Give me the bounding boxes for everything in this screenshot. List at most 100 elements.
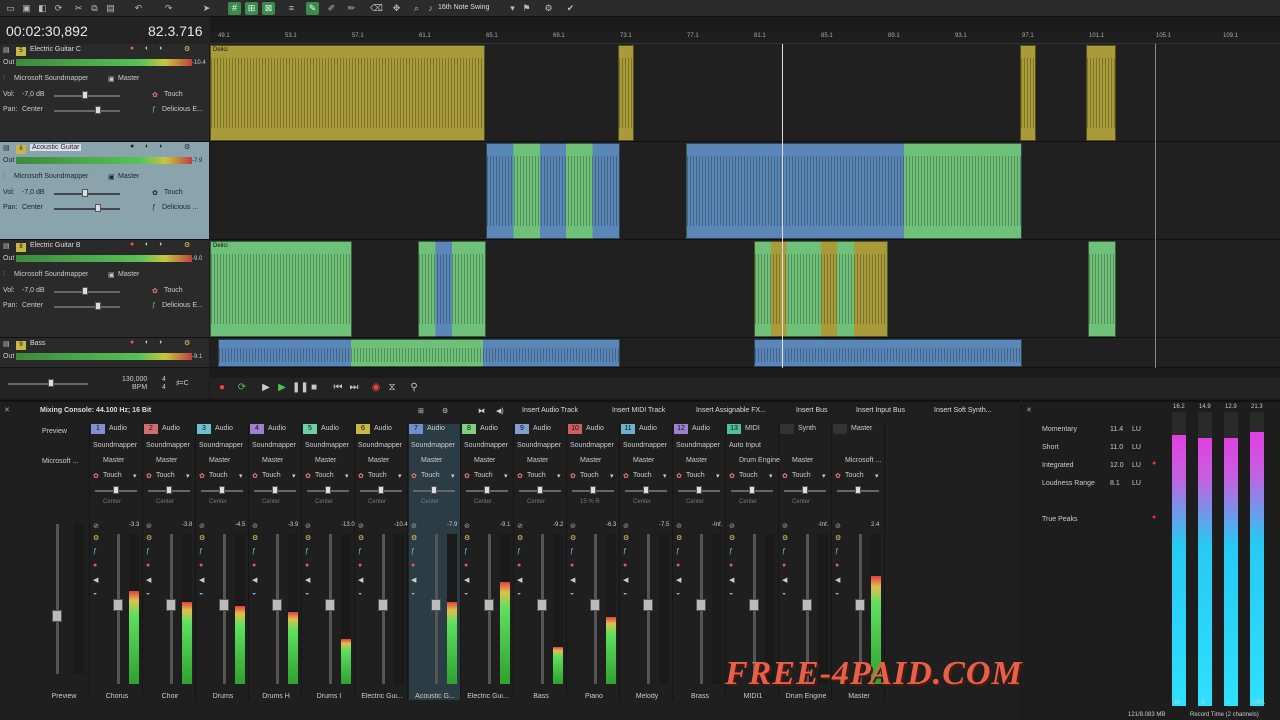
chevron-down-icon[interactable]: ▾ xyxy=(345,472,349,480)
automation-icon[interactable]: ✿ xyxy=(464,472,470,480)
mute-icon[interactable]: ◀ xyxy=(570,576,575,584)
strip-device[interactable]: Soundmapper xyxy=(146,442,190,449)
phase-icon[interactable]: ⊘ xyxy=(146,522,152,530)
audio-clip[interactable]: Delici xyxy=(210,45,485,141)
strip-bus[interactable]: Microsoft ... xyxy=(845,457,881,464)
chevron-down-icon[interactable]: ▾ xyxy=(292,472,296,480)
solo-icon[interactable]: ◒ xyxy=(411,590,415,597)
strip-automation-mode[interactable]: Touch xyxy=(315,472,334,479)
chevron-down-icon[interactable]: ▾ xyxy=(610,472,614,480)
mute-icon[interactable]: ◐ xyxy=(145,241,149,248)
mute-icon[interactable]: ◀ xyxy=(411,576,416,584)
solo-icon[interactable]: ◑ xyxy=(158,241,162,248)
volume-fader[interactable] xyxy=(696,599,706,611)
record-arm-icon[interactable]: ● xyxy=(252,562,256,569)
phase-icon[interactable]: ⊘ xyxy=(517,522,523,530)
solo-icon[interactable]: ◒ xyxy=(782,590,786,597)
metronome-icon[interactable]: ⧖ xyxy=(386,382,398,394)
close-loudness-icon[interactable]: ✕ xyxy=(1026,406,1032,414)
snap-markers-icon[interactable]: ⊞ xyxy=(245,2,258,15)
pan-slider[interactable] xyxy=(54,208,120,210)
mute-icon[interactable]: ◀ xyxy=(358,576,363,584)
channel-strip[interactable]: 1 Audio Soundmapper Master ✿ Touch ▾ Center -3.3… xyxy=(91,424,143,700)
fx-chain-icon[interactable]: ƒ xyxy=(305,548,309,555)
strip-pan-knob[interactable] xyxy=(484,486,490,494)
record-arm-icon[interactable]: ● xyxy=(199,562,203,569)
fx-chain-icon[interactable]: ƒ xyxy=(464,548,468,555)
strip-bus[interactable]: Drum Engine xyxy=(739,457,780,464)
strip-device[interactable]: Soundmapper xyxy=(676,442,720,449)
phase-icon[interactable]: ⊘ xyxy=(358,522,364,530)
strip-device[interactable]: Soundmapper xyxy=(411,442,455,449)
strip-automation-mode[interactable]: Touch xyxy=(527,472,546,479)
automation-mode[interactable]: Touch xyxy=(164,189,183,196)
mute-icon[interactable]: ◀ xyxy=(517,576,522,584)
fx-chain-icon[interactable]: ƒ xyxy=(152,106,156,113)
channel-strip[interactable]: 7 Audio Soundmapper Master ✿ Touch ▾ Center -7.9… xyxy=(409,424,461,700)
mute-icon[interactable]: ◐ xyxy=(145,45,149,52)
mute-icon[interactable]: ◀ xyxy=(146,576,151,584)
fx-chain-label[interactable]: Delicious ... xyxy=(162,204,198,211)
automation-icon[interactable]: ✿ xyxy=(152,287,158,295)
volume-fader[interactable] xyxy=(802,599,812,611)
chevron-down-icon[interactable]: ▾ xyxy=(557,472,561,480)
strip-device[interactable]: Soundmapper xyxy=(199,442,243,449)
fx-chain-icon[interactable]: ƒ xyxy=(199,548,203,555)
record-arm-icon[interactable]: ● xyxy=(570,562,574,569)
chevron-down-icon[interactable]: ▾ xyxy=(133,472,137,480)
track-name[interactable]: Bass xyxy=(30,340,46,347)
fx-chain-label[interactable]: Delicious E... xyxy=(162,106,203,113)
phase-icon[interactable]: ⊘ xyxy=(729,522,735,530)
solo-icon[interactable]: ◒ xyxy=(252,590,256,597)
time-sig-bottom[interactable]: 4 xyxy=(162,384,166,391)
fx-chain-icon[interactable]: ƒ xyxy=(152,204,156,211)
automation-mode[interactable]: Touch xyxy=(164,91,183,98)
zoom-tool-icon[interactable]: ⌕ xyxy=(410,2,423,15)
fx-chain-icon[interactable]: ƒ xyxy=(835,548,839,555)
chevron-down-icon[interactable]: ▾ xyxy=(716,472,720,480)
strip-bus[interactable]: Master xyxy=(792,457,813,464)
mute-icon[interactable]: ◀ xyxy=(623,576,628,584)
strip-pan-knob[interactable] xyxy=(537,486,543,494)
fx-icon[interactable]: ⚙ xyxy=(93,534,99,542)
record-arm-icon[interactable]: ● xyxy=(305,562,309,569)
erase-tool-icon[interactable]: ⌫ xyxy=(370,2,383,15)
cut-icon[interactable]: ✂ xyxy=(72,2,85,15)
strip-bus[interactable]: Master xyxy=(474,457,495,464)
record-arm-icon[interactable]: ● xyxy=(130,339,134,346)
audio-clip[interactable] xyxy=(1088,241,1116,337)
fx-icon[interactable]: ⚙ xyxy=(464,534,470,542)
fx-icon[interactable]: ⚙ xyxy=(184,339,190,347)
strip-device[interactable]: Soundmapper xyxy=(517,442,561,449)
record-arm-icon[interactable]: ● xyxy=(517,562,521,569)
automation-icon[interactable]: ✿ xyxy=(782,472,788,480)
copy-icon[interactable]: ⧉ xyxy=(88,2,101,15)
pointer-icon[interactable]: ➤ xyxy=(200,2,213,15)
fx-icon[interactable]: ⚙ xyxy=(623,534,629,542)
track-menu-icon[interactable]: ▤ xyxy=(3,340,10,348)
track-header-bass[interactable]: 9 ▤ Bass ● ◐ ◑ ⚙ Out -9.1 xyxy=(0,338,209,368)
automation-icon[interactable]: ✿ xyxy=(358,472,364,480)
volume-knob[interactable] xyxy=(82,189,88,197)
preview-device[interactable]: Microsoft ... xyxy=(42,458,78,465)
record-arm-icon[interactable]: ● xyxy=(130,45,134,52)
fx-chain-icon[interactable]: ƒ xyxy=(782,548,786,555)
insert-input-bus-button[interactable]: Insert Input Bus xyxy=(856,407,905,414)
strip-device[interactable]: Soundmapper xyxy=(93,442,137,449)
strip-device[interactable]: Soundmapper xyxy=(570,442,614,449)
save-icon[interactable]: ▣ xyxy=(20,2,33,15)
chevron-down-icon[interactable]: ▾ xyxy=(451,472,455,480)
strip-bus[interactable]: Master xyxy=(368,457,389,464)
tempo-value[interactable]: 130,000 xyxy=(122,376,147,383)
mute-icon[interactable]: ◀ xyxy=(305,576,310,584)
chevron-down-icon[interactable]: ▾ xyxy=(822,472,826,480)
strip-bus[interactable]: Master xyxy=(527,457,548,464)
fx-chain-icon[interactable]: ƒ xyxy=(517,548,521,555)
channel-strip[interactable]: 2 Audio Soundmapper Master ✿ Touch ▾ Center -3.8… xyxy=(144,424,196,700)
track-header-electric-guitar-c[interactable]: 5 ▤ Electric Guitar C ● ◐ ◑ ⚙ Out -10.4 … xyxy=(0,44,209,142)
auto-scroll-icon[interactable]: ⚙ xyxy=(542,2,555,15)
strip-automation-mode[interactable]: Touch xyxy=(156,472,175,479)
phase-icon[interactable]: ⊘ xyxy=(623,522,629,530)
bus-label[interactable]: Master xyxy=(118,271,139,278)
pan-knob[interactable] xyxy=(95,106,101,114)
